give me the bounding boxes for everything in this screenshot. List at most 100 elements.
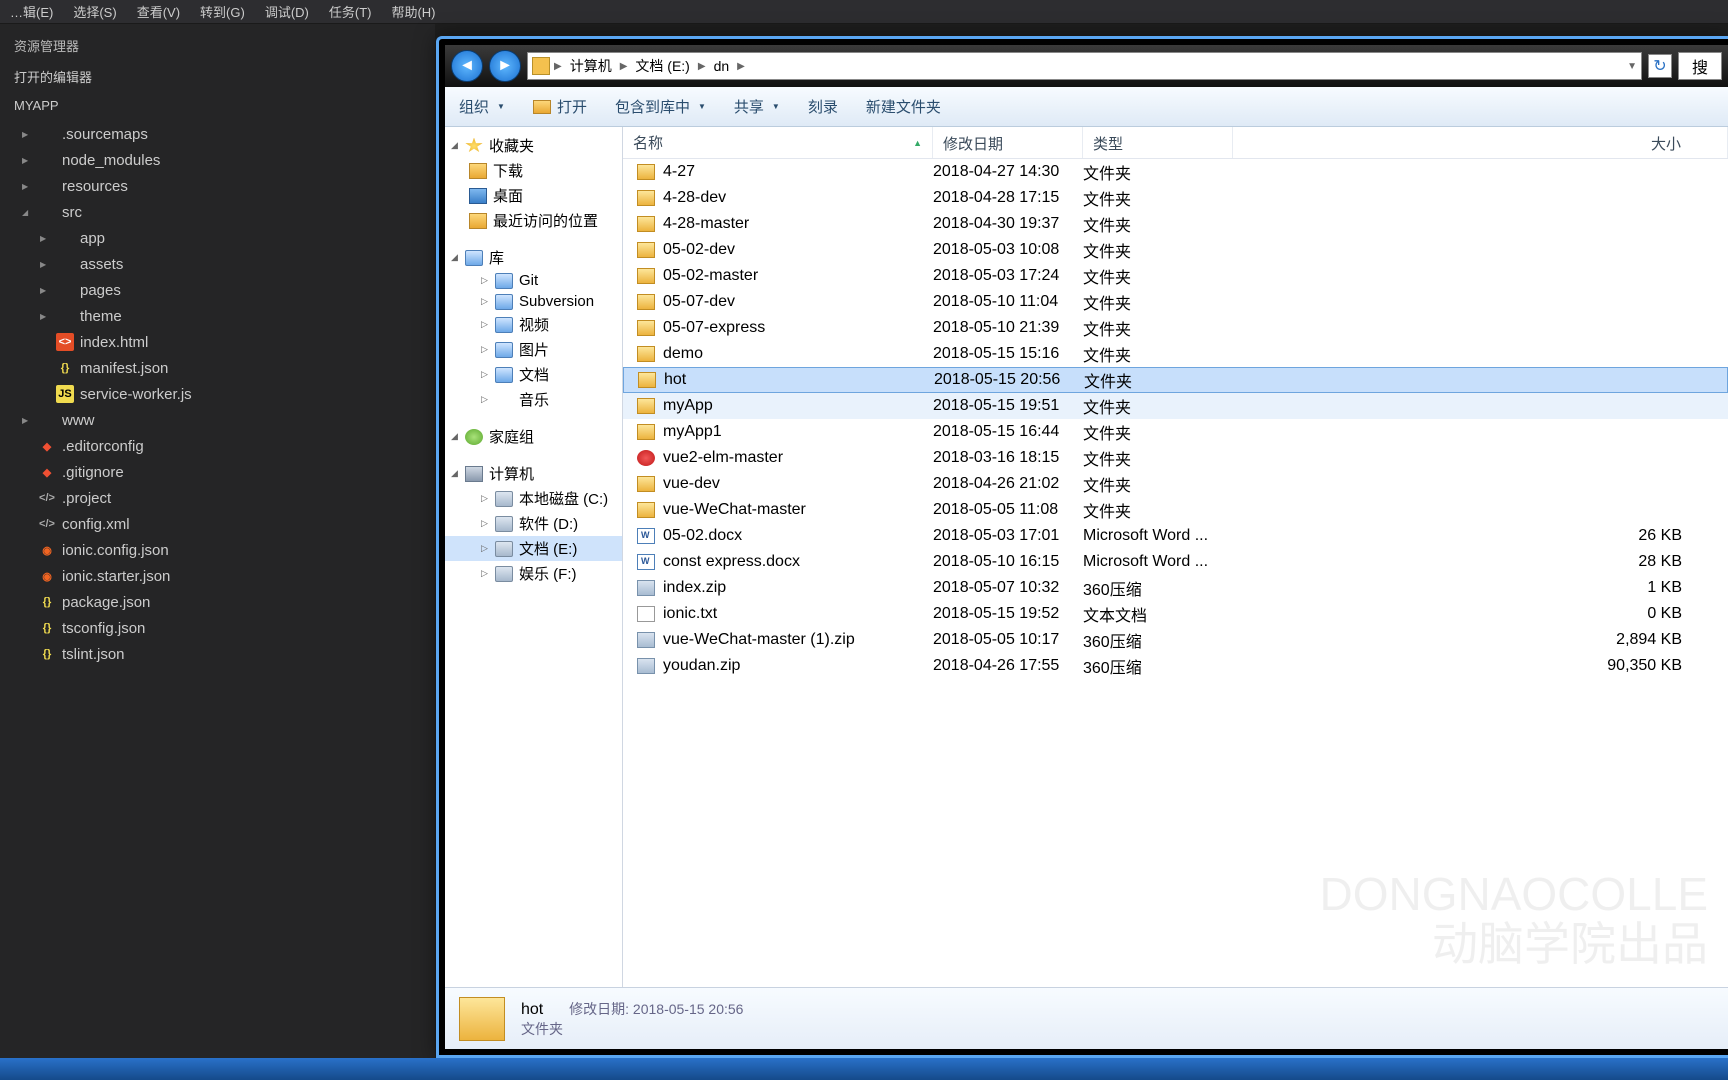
menu-item[interactable]: 帮助(H) (381, 2, 445, 21)
menu-item[interactable]: 调试(D) (255, 2, 319, 21)
folder-icon (38, 151, 56, 169)
details-pane: hot 修改日期: 2018-05-15 20:56 文件夹 (445, 987, 1728, 1049)
file-row[interactable]: hot2018-05-15 20:56文件夹 (623, 367, 1728, 393)
breadcrumb-item[interactable]: 计算机 (562, 56, 620, 76)
tree-item[interactable]: resources (0, 173, 435, 199)
tree-item[interactable]: www (0, 407, 435, 433)
tree-item[interactable]: JSservice-worker.js (0, 381, 435, 407)
tree-item[interactable]: <>index.html (0, 329, 435, 355)
nav-item[interactable]: ▷Git (445, 270, 622, 291)
refresh-button[interactable]: ↻ (1648, 54, 1672, 78)
json-icon: {} (38, 593, 56, 611)
ni-lib-icon (465, 250, 483, 266)
file-row[interactable]: vue-WeChat-master (1).zip2018-05-05 10:1… (623, 627, 1728, 653)
share-button[interactable]: 共享 (734, 96, 780, 117)
html-icon: <> (56, 333, 74, 351)
taskbar[interactable] (0, 1058, 1728, 1080)
file-row[interactable]: youdan.zip2018-04-26 17:55360压缩90,350 KB (623, 653, 1728, 679)
nav-item[interactable]: ▷音乐 (445, 387, 622, 412)
search-box[interactable]: 搜 (1678, 52, 1722, 80)
col-date[interactable]: 修改日期 (933, 127, 1083, 158)
organize-button[interactable]: 组织 (459, 96, 505, 117)
zip-icon (637, 658, 655, 674)
nav-item[interactable]: ▷视频 (445, 312, 622, 337)
col-size[interactable]: 大小 (1233, 127, 1728, 158)
tree-item[interactable]: ◆.gitignore (0, 459, 435, 485)
file-row[interactable]: 4-28-master2018-04-30 19:37文件夹 (623, 211, 1728, 237)
menu-item[interactable]: 选择(S) (63, 2, 126, 21)
file-row[interactable]: vue-dev2018-04-26 21:02文件夹 (623, 471, 1728, 497)
nav-group-head[interactable]: ◢家庭组 (445, 424, 622, 449)
col-name[interactable]: 名称▲ (623, 127, 933, 158)
file-row[interactable]: 4-28-dev2018-04-28 17:15文件夹 (623, 185, 1728, 211)
nav-item[interactable]: ▷娱乐 (F:) (445, 561, 622, 586)
menu-item[interactable]: …辑(E) (0, 2, 63, 21)
tree-item[interactable]: theme (0, 303, 435, 329)
tree-item[interactable]: node_modules (0, 147, 435, 173)
breadcrumb-item[interactable]: 文档 (E:) (627, 56, 697, 76)
file-row[interactable]: const express.docx2018-05-10 16:15Micros… (623, 549, 1728, 575)
file-row[interactable]: 05-07-express2018-05-10 21:39文件夹 (623, 315, 1728, 341)
nav-item[interactable]: 最近访问的位置 (445, 208, 622, 233)
nav-item[interactable]: ▷文档 (E:) (445, 536, 622, 561)
tree-item[interactable]: </>config.xml (0, 511, 435, 537)
tree-item[interactable]: app (0, 225, 435, 251)
file-row[interactable]: 05-02.docx2018-05-03 17:01Microsoft Word… (623, 523, 1728, 549)
file-row[interactable]: myApp2018-05-15 19:51文件夹 (623, 393, 1728, 419)
nav-icon (495, 541, 513, 557)
tree-item[interactable]: ◆.editorconfig (0, 433, 435, 459)
txt-icon (637, 606, 655, 622)
menu-item[interactable]: 转到(G) (190, 2, 255, 21)
file-row[interactable]: index.zip2018-05-07 10:32360压缩1 KB (623, 575, 1728, 601)
tree-item[interactable]: {}package.json (0, 589, 435, 615)
file-row[interactable]: ionic.txt2018-05-15 19:52文本文档0 KB (623, 601, 1728, 627)
newfolder-button[interactable]: 新建文件夹 (866, 96, 941, 117)
folder-icon (637, 190, 655, 206)
file-row[interactable]: vue2-elm-master2018-03-16 18:15文件夹 (623, 445, 1728, 471)
open-button[interactable]: 打开 (533, 96, 587, 117)
tree-item[interactable]: src (0, 199, 435, 225)
rss-icon: ◉ (38, 541, 56, 559)
project-head[interactable]: MYAPP (0, 92, 435, 119)
nav-item[interactable]: ▷软件 (D:) (445, 511, 622, 536)
nav-item[interactable]: 下载 (445, 158, 622, 183)
nav-group-head[interactable]: ◢库 (445, 245, 622, 270)
back-button[interactable]: ◄ (451, 50, 483, 82)
menu-item[interactable]: 任务(T) (319, 2, 382, 21)
tree-item[interactable]: {}manifest.json (0, 355, 435, 381)
file-row[interactable]: 4-272018-04-27 14:30文件夹 (623, 159, 1728, 185)
file-row[interactable]: 05-07-dev2018-05-10 11:04文件夹 (623, 289, 1728, 315)
address-bar[interactable]: ▶ 计算机 ▶ 文档 (E:) ▶ dn ▶ ▼ (527, 52, 1642, 80)
nav-item[interactable]: ▷图片 (445, 337, 622, 362)
file-row[interactable]: demo2018-05-15 15:16文件夹 (623, 341, 1728, 367)
tree-item[interactable]: {}tslint.json (0, 641, 435, 667)
breadcrumb-item[interactable]: dn (706, 58, 738, 74)
col-type[interactable]: 类型 (1083, 127, 1233, 158)
file-row[interactable]: vue-WeChat-master2018-05-05 11:08文件夹 (623, 497, 1728, 523)
tree-item[interactable]: assets (0, 251, 435, 277)
nav-item[interactable]: ▷文档 (445, 362, 622, 387)
tree-item[interactable]: ◉ionic.starter.json (0, 563, 435, 589)
vscode-sidebar: 资源管理器 打开的编辑器 MYAPP .sourcemapsnode_modul… (0, 24, 435, 1058)
burn-button[interactable]: 刻录 (808, 96, 838, 117)
nav-icon (495, 516, 513, 532)
explorer-navbar: ◄ ► ▶ 计算机 ▶ 文档 (E:) ▶ dn ▶ ▼ ↻ 搜 (445, 45, 1728, 87)
nav-item[interactable]: 桌面 (445, 183, 622, 208)
tree-item[interactable]: </>.project (0, 485, 435, 511)
open-editors-head[interactable]: 打开的编辑器 (0, 61, 435, 92)
menu-item[interactable]: 查看(V) (127, 2, 190, 21)
nav-item[interactable]: ▷本地磁盘 (C:) (445, 486, 622, 511)
nav-group-head[interactable]: ◢计算机 (445, 461, 622, 486)
file-row[interactable]: 05-02-master2018-05-03 17:24文件夹 (623, 263, 1728, 289)
file-row[interactable]: 05-02-dev2018-05-03 10:08文件夹 (623, 237, 1728, 263)
nav-group-head[interactable]: ◢收藏夹 (445, 133, 622, 158)
tree-item[interactable]: ◉ionic.config.json (0, 537, 435, 563)
include-button[interactable]: 包含到库中 (615, 96, 706, 117)
tree-item[interactable]: pages (0, 277, 435, 303)
tree-item[interactable]: {}tsconfig.json (0, 615, 435, 641)
search-label: 搜 (1692, 54, 1708, 78)
file-row[interactable]: myApp12018-05-15 16:44文件夹 (623, 419, 1728, 445)
nav-item[interactable]: ▷Subversion (445, 291, 622, 312)
tree-item[interactable]: .sourcemaps (0, 121, 435, 147)
forward-button[interactable]: ► (489, 50, 521, 82)
